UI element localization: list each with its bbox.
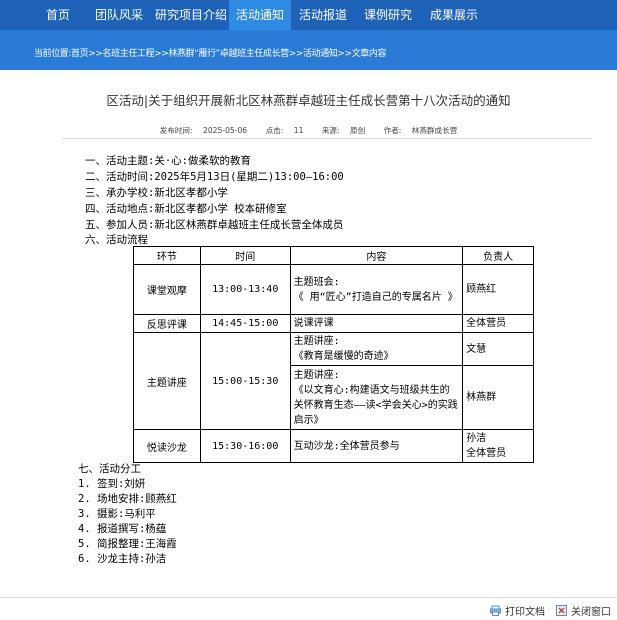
cell-time: 13:00-13:40 xyxy=(199,264,291,315)
cell-content: 主题讲座: 《以文育心:构建语文与班级共生的关怀教育生态——读<学会关心>的实践启… xyxy=(289,365,464,430)
publish-date: 发布时间: 2025-05-06 xyxy=(159,126,248,135)
cell-stage: 悦读沙龙 xyxy=(133,429,201,463)
banner: 当前位置:首页>>名班主任工程>>林燕群“雁行”卓越班主任成长营>>活动通知>>… xyxy=(0,30,617,70)
author: 作者: 林燕群成长营 xyxy=(383,126,458,135)
top-nav: 首页 团队风采 研究项目介绍 活动通知 活动报道 课例研究 成果展示 xyxy=(0,0,617,30)
cell-content: 主题班会: 《 用“匠心”打造自己的专属名片 》 xyxy=(289,264,464,315)
header-stage: 环节 xyxy=(133,246,201,265)
breadcrumb-path[interactable]: 首页>>名班主任工程>>林燕群“雁行”卓越班主任成长营>>活动通知>>文章内容 xyxy=(71,49,386,59)
cell-owner: 全体营员 xyxy=(462,314,534,333)
table-row: 悦读沙龙 15:30-16:00 互动沙龙:全体营员参与 孙洁 全体营员 xyxy=(133,429,534,463)
table-row: 主题讲座 15:00-15:30 主题讲座: 《教育是缓慢的奇迹》 文慧 xyxy=(133,332,534,430)
article-title: 区活动|关于组织开展新北区林燕群卓越班主任成长营第十八次活动的通知 xyxy=(106,93,511,108)
table-row: 反思评课 14:45-15:00 说课评课 全体营员 xyxy=(133,314,534,333)
breadcrumb: 当前位置:首页>>名班主任工程>>林燕群“雁行”卓越班主任成长营>>活动通知>>… xyxy=(34,46,387,59)
click-count: 点击: 11 xyxy=(265,126,304,135)
header-owner: 负责人 xyxy=(462,246,534,265)
cell-content: 互动沙龙:全体营员参与 xyxy=(289,429,464,463)
table-header-row: 环节 时间 内容 负责人 xyxy=(133,246,534,265)
table-row: 课堂观摩 13:00-13:40 主题班会: 《 用“匠心”打造自己的专属名片 》… xyxy=(133,264,534,315)
cell-stage: 课堂观摩 xyxy=(133,264,201,315)
divider xyxy=(62,138,592,139)
list-item: 4. 报道撰写:杨蕴 xyxy=(78,523,167,535)
nav-item-achievements[interactable]: 成果展示 xyxy=(423,0,485,30)
footer-divider xyxy=(0,597,617,598)
cell-stage: 反思评课 xyxy=(133,314,201,333)
nav-item-lesson-research[interactable]: 课例研究 xyxy=(357,0,419,30)
article-meta: 发布时间: 2025-05-06 点击: 11 来源: 原创 作者: 林燕群成长… xyxy=(0,125,617,136)
section-host: 三、承办学校:新北区孝都小学 xyxy=(85,187,228,199)
section-venue: 四、活动地点:新北区孝都小学 校本研修室 xyxy=(85,203,287,215)
cell-time: 14:45-15:00 xyxy=(199,314,291,333)
nav-item-team[interactable]: 团队风采 xyxy=(88,0,150,30)
list-item: 3. 摄影:马利平 xyxy=(78,508,156,520)
list-item: 5. 简报整理:王海霞 xyxy=(78,538,177,550)
close-window-icon xyxy=(556,605,567,619)
nav-item-home[interactable]: 首页 xyxy=(36,0,80,30)
close-label: 关闭窗口 xyxy=(571,607,611,618)
cell-stage: 主题讲座 xyxy=(133,332,201,430)
nav-item-notices[interactable]: 活动通知 xyxy=(229,0,291,30)
header-content: 内容 xyxy=(289,246,464,265)
source: 来源: 原创 xyxy=(321,126,366,135)
cell-content: 主题讲座: 《教育是缓慢的奇迹》 xyxy=(289,332,464,366)
cell-owner: 顾燕红 xyxy=(462,264,534,315)
section-theme: 一、活动主题:关·心:做柔软的教育 xyxy=(85,155,251,167)
breadcrumb-label: 当前位置: xyxy=(34,49,72,59)
cell-owner: 林燕群 xyxy=(462,365,534,430)
section-participants: 五、参加人员:新北区林燕群卓越班主任成长营全体成员 xyxy=(85,219,344,231)
article: 区活动|关于组织开展新北区林燕群卓越班主任成长营第十八次活动的通知 发布时间: … xyxy=(0,70,617,620)
cell-time: 15:00-15:30 xyxy=(199,332,291,430)
cell-owner: 文慧 xyxy=(462,332,534,366)
flow-table: 环节 时间 内容 负责人 课堂观摩 13:00-13:40 主题班会: 《 用“匠… xyxy=(133,246,534,463)
cell-time: 15:30-16:00 xyxy=(199,429,291,463)
header-time: 时间 xyxy=(199,246,291,265)
list-item: 6. 沙龙主持:孙洁 xyxy=(78,553,167,565)
list-item: 1. 签到:刘妍 xyxy=(78,478,146,490)
nav-item-projects[interactable]: 研究项目介绍 xyxy=(154,0,228,30)
print-button[interactable]: 打印文档 xyxy=(490,603,545,619)
division-heading: 七、活动分工 xyxy=(78,463,141,475)
section-time: 二、活动时间:2025年5月13日(星期二)13:00—16:00 xyxy=(85,171,344,183)
close-window-button[interactable]: 关闭窗口 xyxy=(556,603,611,619)
print-icon xyxy=(490,605,501,619)
nav-item-reports[interactable]: 活动报道 xyxy=(293,0,353,30)
list-item: 2. 场地安排:顾燕红 xyxy=(78,493,177,505)
cell-owner: 孙洁 全体营员 xyxy=(462,429,534,463)
print-label: 打印文档 xyxy=(505,607,545,618)
cell-content: 说课评课 xyxy=(289,314,464,333)
section-flow: 六、活动流程 xyxy=(85,234,148,246)
